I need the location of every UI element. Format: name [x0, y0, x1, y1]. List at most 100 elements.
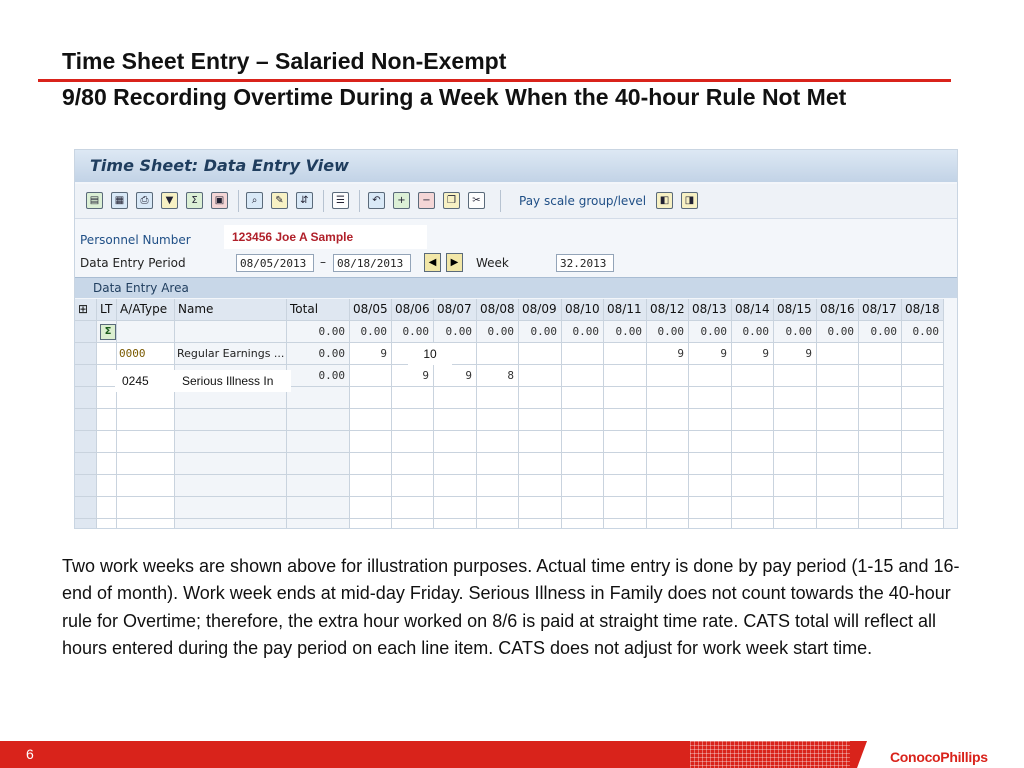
hours-input[interactable]: 9 [647, 343, 689, 365]
hours-input[interactable] [477, 475, 519, 497]
pay-scale-button[interactable]: Pay scale group/level [519, 194, 646, 208]
hours-input[interactable] [817, 519, 859, 528]
hours-input[interactable] [817, 409, 859, 431]
print-icon[interactable]: ⎙ [136, 192, 153, 209]
hours-input[interactable] [519, 409, 562, 431]
hours-input[interactable]: 9 [689, 343, 732, 365]
hours-input[interactable] [902, 453, 944, 475]
col-header-date[interactable]: 08/07 [434, 299, 477, 321]
hours-input[interactable] [647, 431, 689, 453]
hours-input[interactable] [562, 409, 604, 431]
hours-input[interactable]: 9 [392, 365, 434, 387]
cut-icon[interactable]: ✂ [468, 192, 485, 209]
filter-icon[interactable]: ▼ [161, 192, 178, 209]
hours-input[interactable] [562, 431, 604, 453]
hours-input[interactable] [774, 365, 817, 387]
col-header-date[interactable]: 08/18 [902, 299, 944, 321]
hours-input[interactable] [647, 409, 689, 431]
calendar-icon[interactable]: ▣ [211, 192, 228, 209]
hours-input[interactable] [604, 387, 647, 409]
hours-input[interactable] [817, 387, 859, 409]
page-prev-icon[interactable]: ◧ [656, 192, 673, 209]
hours-input[interactable] [774, 453, 817, 475]
row-selector[interactable] [75, 431, 97, 453]
lt-input[interactable] [97, 365, 117, 387]
hours-input[interactable] [392, 387, 434, 409]
hours-input[interactable] [562, 387, 604, 409]
hours-input[interactable] [774, 409, 817, 431]
hours-input[interactable] [519, 365, 562, 387]
col-header-date[interactable]: 08/13 [689, 299, 732, 321]
sum-icon[interactable]: Σ [186, 192, 203, 209]
hours-input[interactable] [689, 453, 732, 475]
hours-input[interactable] [732, 387, 774, 409]
hours-input[interactable] [859, 343, 902, 365]
hours-input[interactable] [817, 453, 859, 475]
row-selector[interactable] [75, 343, 97, 365]
hours-input[interactable] [604, 431, 647, 453]
lt-input[interactable] [97, 387, 117, 409]
hours-input[interactable] [732, 431, 774, 453]
hours-input[interactable] [689, 497, 732, 519]
atype-input[interactable] [117, 475, 175, 497]
hours-input[interactable] [859, 497, 902, 519]
hours-input[interactable] [519, 343, 562, 365]
col-header-date[interactable]: 08/14 [732, 299, 774, 321]
hours-input[interactable] [477, 497, 519, 519]
lt-input[interactable] [97, 519, 117, 528]
hours-input[interactable] [732, 497, 774, 519]
hours-input[interactable] [689, 365, 732, 387]
row-selector[interactable] [75, 387, 97, 409]
next-period-icon[interactable]: ▶ [446, 253, 463, 272]
hours-input[interactable] [817, 343, 859, 365]
hours-input[interactable] [774, 519, 817, 528]
hours-input[interactable] [859, 453, 902, 475]
hours-input[interactable] [859, 365, 902, 387]
hours-input[interactable] [477, 431, 519, 453]
hours-input[interactable] [774, 475, 817, 497]
hours-input[interactable] [689, 519, 732, 528]
hours-input[interactable] [392, 497, 434, 519]
hours-input[interactable] [477, 343, 519, 365]
row-selector[interactable] [75, 475, 97, 497]
col-header-date[interactable]: 08/05 [350, 299, 392, 321]
details-icon[interactable]: ▤ [86, 192, 103, 209]
hours-input[interactable] [732, 453, 774, 475]
hours-input[interactable]: 8 [477, 365, 519, 387]
tree-icon[interactable]: ⇵ [296, 192, 313, 209]
atype-input[interactable] [117, 497, 175, 519]
hours-input[interactable] [604, 497, 647, 519]
hours-input[interactable] [689, 431, 732, 453]
hours-input[interactable] [902, 387, 944, 409]
row-selector[interactable] [75, 321, 97, 343]
hours-input[interactable]: 9 [774, 343, 817, 365]
hours-input[interactable] [689, 387, 732, 409]
hours-input[interactable] [434, 475, 477, 497]
lt-input[interactable] [97, 475, 117, 497]
hours-input[interactable] [902, 475, 944, 497]
col-header-date[interactable]: 08/06 [392, 299, 434, 321]
hours-input[interactable] [859, 475, 902, 497]
atype-input[interactable]: 0000 [117, 343, 175, 365]
hours-input[interactable] [817, 475, 859, 497]
hours-input[interactable] [350, 365, 392, 387]
hours-input[interactable] [817, 365, 859, 387]
hours-input[interactable] [732, 409, 774, 431]
previous-period-icon[interactable]: ◀ [424, 253, 441, 272]
copy-icon[interactable]: ❐ [443, 192, 460, 209]
hours-input[interactable] [519, 453, 562, 475]
atype-input[interactable] [117, 409, 175, 431]
hours-input[interactable] [519, 387, 562, 409]
hours-input[interactable] [392, 453, 434, 475]
hours-input[interactable] [732, 365, 774, 387]
hours-input[interactable] [350, 497, 392, 519]
hours-input[interactable] [604, 453, 647, 475]
hours-input[interactable] [477, 453, 519, 475]
hours-input[interactable] [434, 497, 477, 519]
hours-input[interactable] [477, 409, 519, 431]
col-header-date[interactable]: 08/10 [562, 299, 604, 321]
hours-input[interactable] [859, 409, 902, 431]
hours-input[interactable] [562, 497, 604, 519]
hours-input[interactable]: 9 [434, 365, 477, 387]
hours-input[interactable] [392, 431, 434, 453]
